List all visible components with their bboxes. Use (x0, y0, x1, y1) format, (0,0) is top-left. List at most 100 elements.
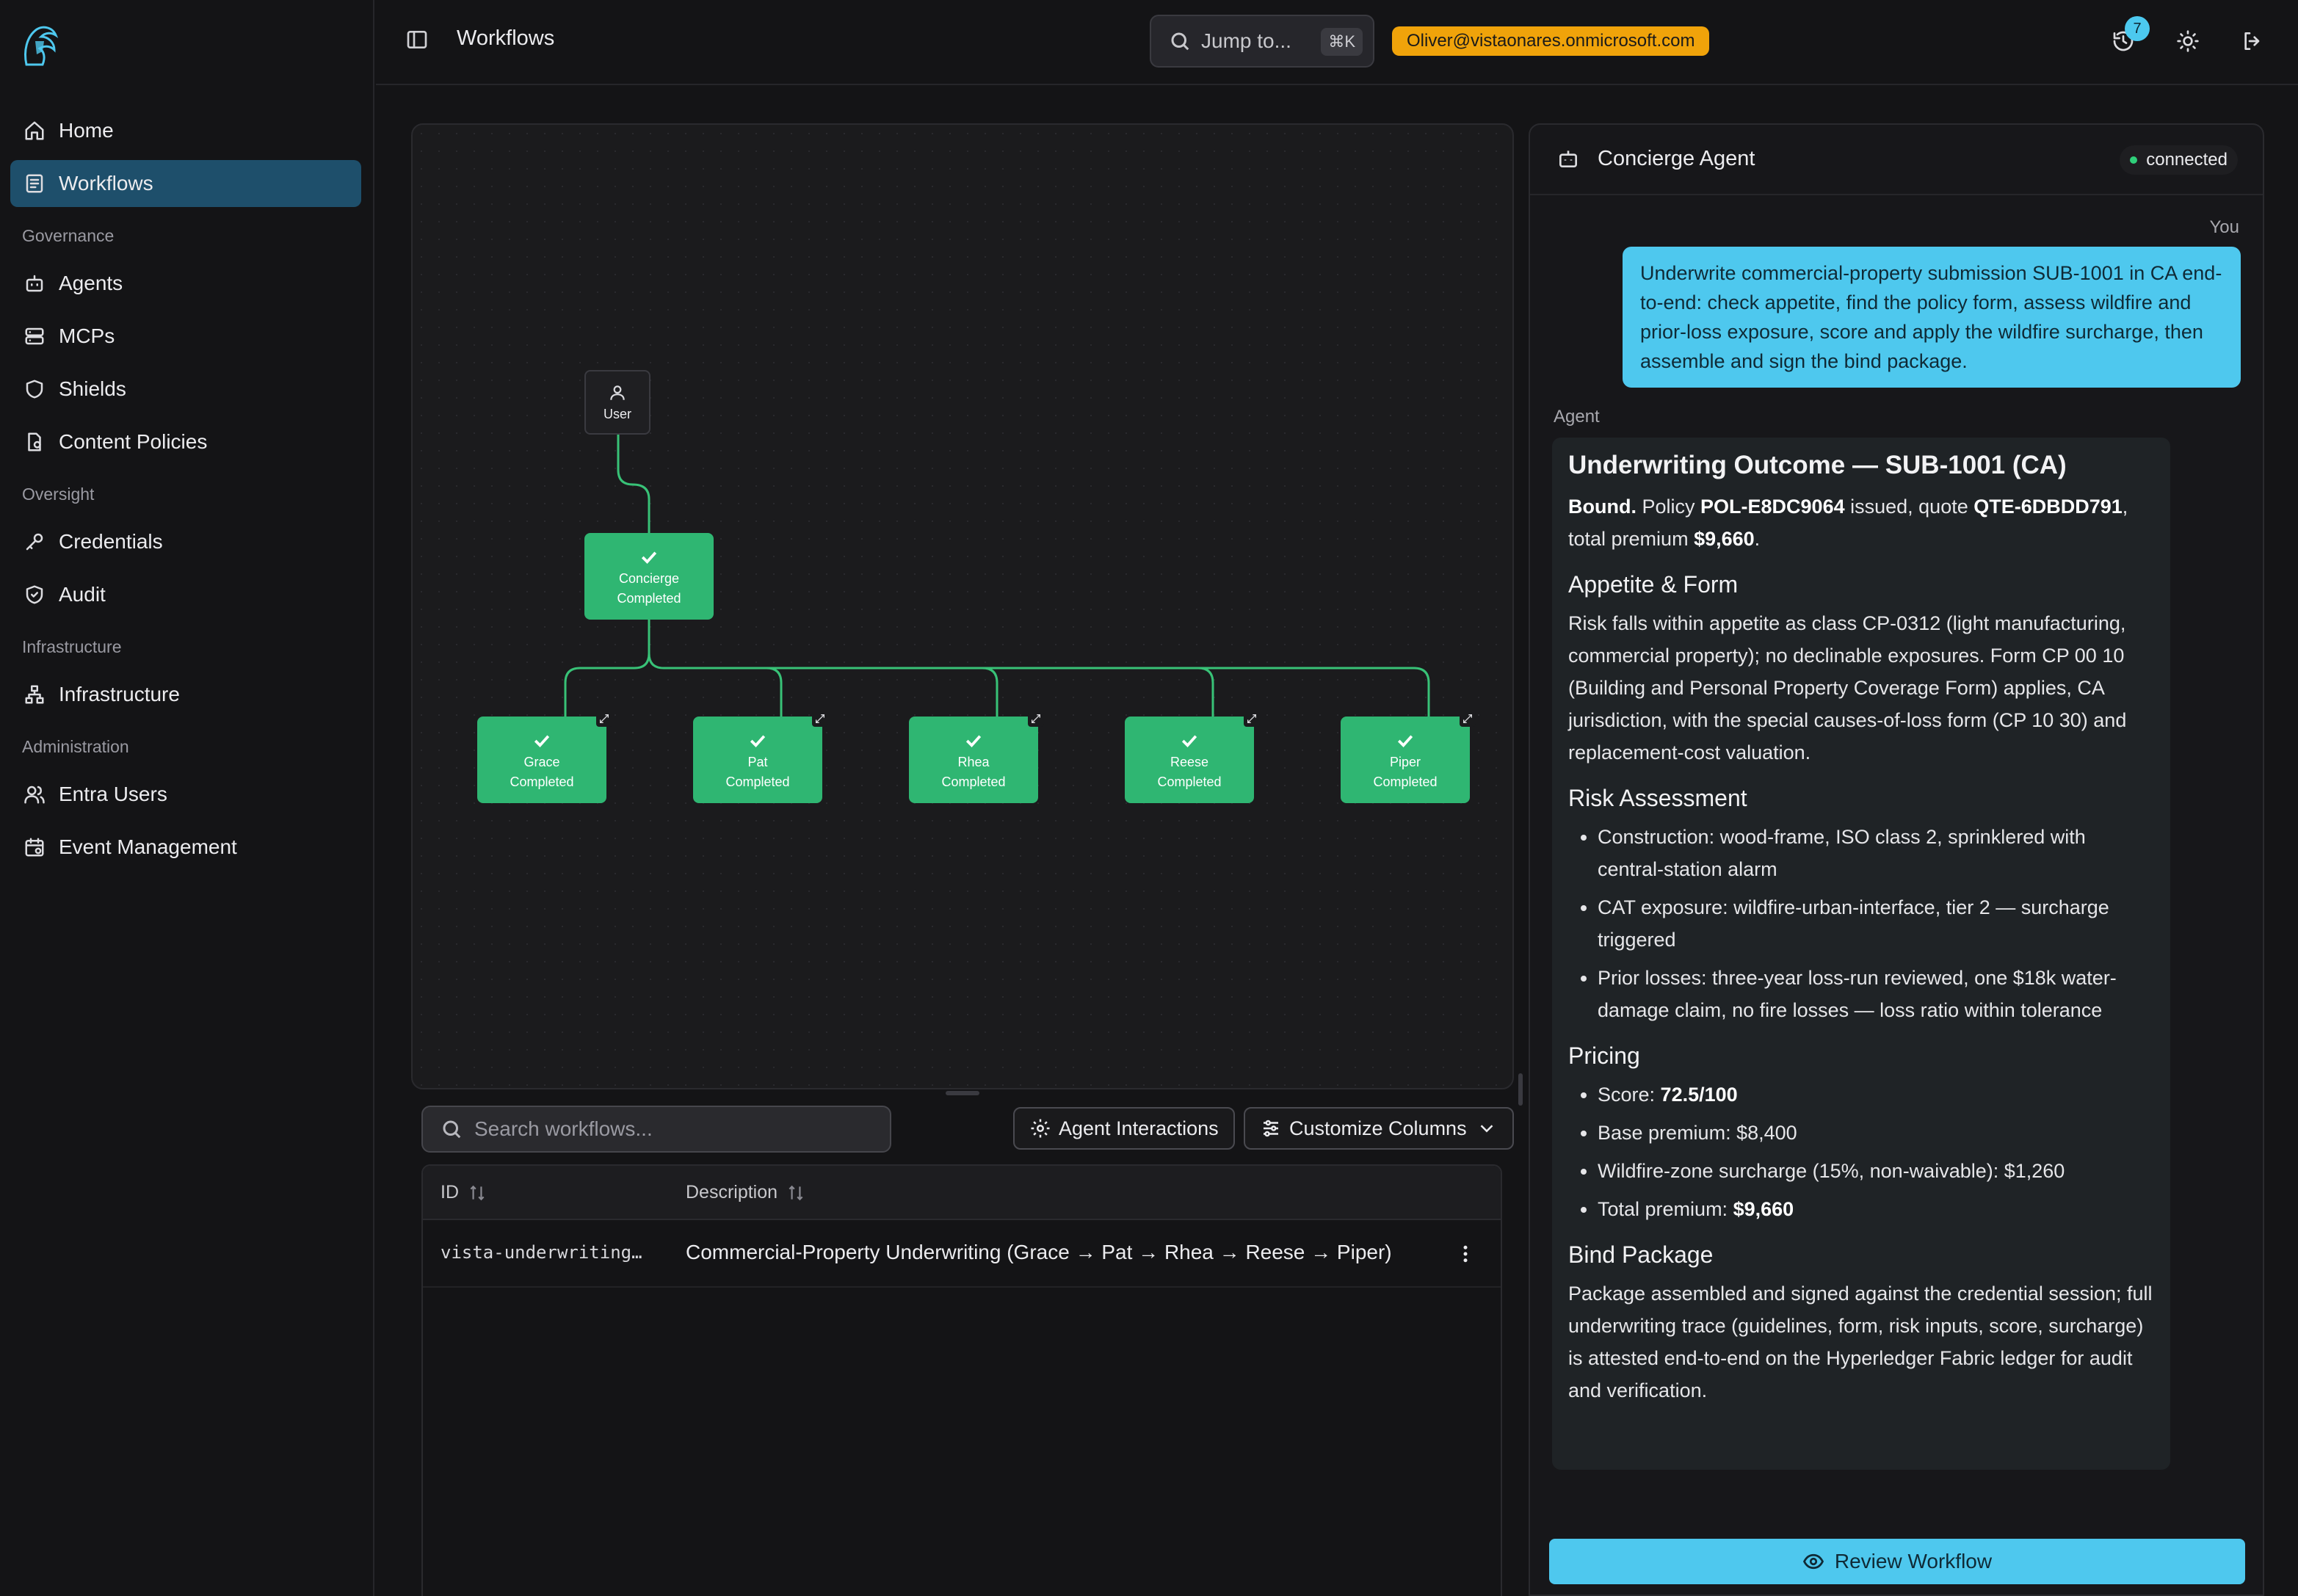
list-item: Wildfire-zone surcharge (15%, non-waivab… (1598, 1155, 2154, 1187)
jump-shortcut: ⌘K (1321, 28, 1363, 56)
bot-icon (1556, 147, 1583, 173)
review-workflow-button[interactable]: Review Workflow (1549, 1539, 2245, 1584)
graph-node-piper[interactable]: Piper Completed (1341, 711, 1476, 803)
notification-count-badge: 7 (2125, 16, 2150, 41)
response-heading: Underwriting Outcome — SUB-1001 (CA) (1568, 451, 2067, 479)
node-name: Grace (523, 755, 560, 769)
nav-label: Shields (59, 377, 126, 400)
nav-audit[interactable]: Audit (10, 571, 361, 618)
audit-icon (22, 582, 47, 607)
nav-label: Entra Users (59, 783, 167, 805)
panel-resize-handle[interactable] (1518, 1073, 1523, 1106)
external-link-icon[interactable] (1244, 711, 1260, 727)
pricing-heading: Pricing (1568, 1042, 1640, 1069)
bind-text: Package assembled and signed against the… (1568, 1283, 2153, 1401)
nav-workflows[interactable]: Workflows (10, 160, 361, 207)
chat-header: Concierge Agent connected (1530, 125, 2263, 195)
workflow-graph-canvas[interactable]: User Concierge Completed Grace Completed… (411, 123, 1514, 1089)
workflow-search[interactable] (421, 1106, 891, 1153)
agent-interactions-label: Agent Interactions (1059, 1117, 1219, 1139)
score-value: 72.5/100 (1660, 1084, 1738, 1106)
nav-content-policies[interactable]: Content Policies (10, 418, 361, 465)
graph-node-grace[interactable]: Grace Completed (477, 711, 612, 803)
risk-heading: Risk Assessment (1568, 785, 1747, 811)
external-link-icon[interactable] (1028, 711, 1044, 727)
nav-section-administration: Administration (22, 737, 129, 756)
list-item: Score: 72.5/100 (1598, 1078, 2154, 1111)
list-item: Base premium: $8,400 (1598, 1117, 2154, 1149)
more-vertical-icon[interactable] (1451, 1239, 1480, 1269)
jump-to-button[interactable]: Jump to... ⌘K (1150, 15, 1374, 68)
total-value: $9,660 (1733, 1198, 1794, 1220)
mcps-icon (22, 324, 47, 349)
nav-agents[interactable]: Agents (10, 260, 361, 307)
node-status: Completed (941, 775, 1006, 789)
agents-icon (22, 271, 47, 296)
user-icon (610, 385, 625, 400)
policy-number: POL-E8DC9064 (1700, 496, 1845, 518)
quote-number: QTE-6DBDD791 (1973, 496, 2123, 518)
infrastructure-icon (22, 682, 47, 707)
column-header-description[interactable]: Description (686, 1182, 805, 1203)
nav-mcps[interactable]: MCPs (10, 313, 361, 360)
user-email-badge[interactable]: Oliver@vistaonares.onmicrosoft.com (1392, 26, 1710, 56)
cell-id: vista-underwriting… (441, 1242, 642, 1263)
jump-to-label: Jump to... (1201, 29, 1291, 52)
node-name: Reese (1170, 755, 1209, 769)
external-link-icon[interactable] (1460, 711, 1476, 727)
nav-shields[interactable]: Shields (10, 366, 361, 413)
check-icon (534, 735, 550, 747)
connection-status-badge: connected (2120, 145, 2238, 175)
appetite-text: Risk falls within appetite as class CP-0… (1568, 612, 2127, 763)
node-name: Pat (747, 755, 768, 769)
shield-icon (22, 377, 47, 402)
pricing-list: Score: 72.5/100 Base premium: $8,400 Wil… (1568, 1078, 2154, 1225)
content-policy-icon (22, 429, 47, 454)
graph-node-pat[interactable]: Pat Completed (693, 711, 828, 803)
nav-event-management[interactable]: Event Management (10, 824, 361, 871)
graph-node-user[interactable]: User (584, 370, 650, 435)
response-summary: Bound. Policy POL-E8DC9064 issued, quote… (1568, 490, 2154, 555)
nav-credentials[interactable]: Credentials (10, 518, 361, 565)
workflows-icon (22, 171, 47, 196)
appetite-heading: Appetite & Form (1568, 571, 1739, 598)
check-icon (750, 735, 766, 747)
you-label: You (2209, 217, 2240, 237)
nav-label: Infrastructure (59, 683, 180, 705)
sun-icon[interactable] (2173, 26, 2203, 56)
nav-home[interactable]: Home (10, 107, 361, 154)
graph-node-reese[interactable]: Reese Completed (1125, 711, 1260, 803)
bind-heading: Bind Package (1568, 1241, 1714, 1268)
canvas-resize-handle[interactable] (946, 1091, 979, 1095)
customize-columns-label: Customize Columns (1289, 1117, 1467, 1139)
nav-label: Audit (59, 583, 106, 606)
agent-interactions-button[interactable]: Agent Interactions (1013, 1107, 1235, 1150)
column-header-id[interactable]: ID (441, 1182, 487, 1203)
logout-icon[interactable] (2238, 26, 2267, 56)
app-logo-icon[interactable] (19, 22, 60, 70)
check-icon (1397, 735, 1413, 747)
graph-node-concierge[interactable]: Concierge Completed (584, 533, 714, 620)
sidebar-toggle-icon[interactable] (405, 28, 432, 54)
event-icon (22, 835, 47, 860)
nav-label: Workflows (59, 172, 153, 195)
sort-icon (470, 1185, 485, 1200)
review-workflow-label: Review Workflow (1834, 1550, 1993, 1573)
external-link-icon[interactable] (596, 711, 612, 727)
node-status: Completed (510, 775, 574, 789)
workflow-search-input[interactable] (474, 1117, 885, 1141)
external-link-icon[interactable] (812, 711, 828, 727)
graph-node-rhea[interactable]: Rhea Completed (909, 711, 1044, 803)
node-status: Completed (1373, 775, 1438, 789)
customize-columns-button[interactable]: Customize Columns (1244, 1107, 1514, 1150)
nav-label: Event Management (59, 835, 237, 858)
workflows-table: ID Description vista-underwriting… Comme… (421, 1164, 1502, 1596)
table-row[interactable]: vista-underwriting… Commercial-Property … (423, 1220, 1501, 1288)
graph-edges (564, 435, 1430, 717)
nav-entra-users[interactable]: Entra Users (10, 771, 361, 818)
nav-label: Agents (59, 272, 123, 294)
cell-description: Commercial-Property Underwriting (Grace … (686, 1241, 1392, 1263)
concierge-chat-panel: Concierge Agent connected You Underwrite… (1529, 123, 2264, 1596)
list-item: Total premium: $9,660 (1598, 1193, 2154, 1225)
nav-infrastructure[interactable]: Infrastructure (10, 671, 361, 718)
